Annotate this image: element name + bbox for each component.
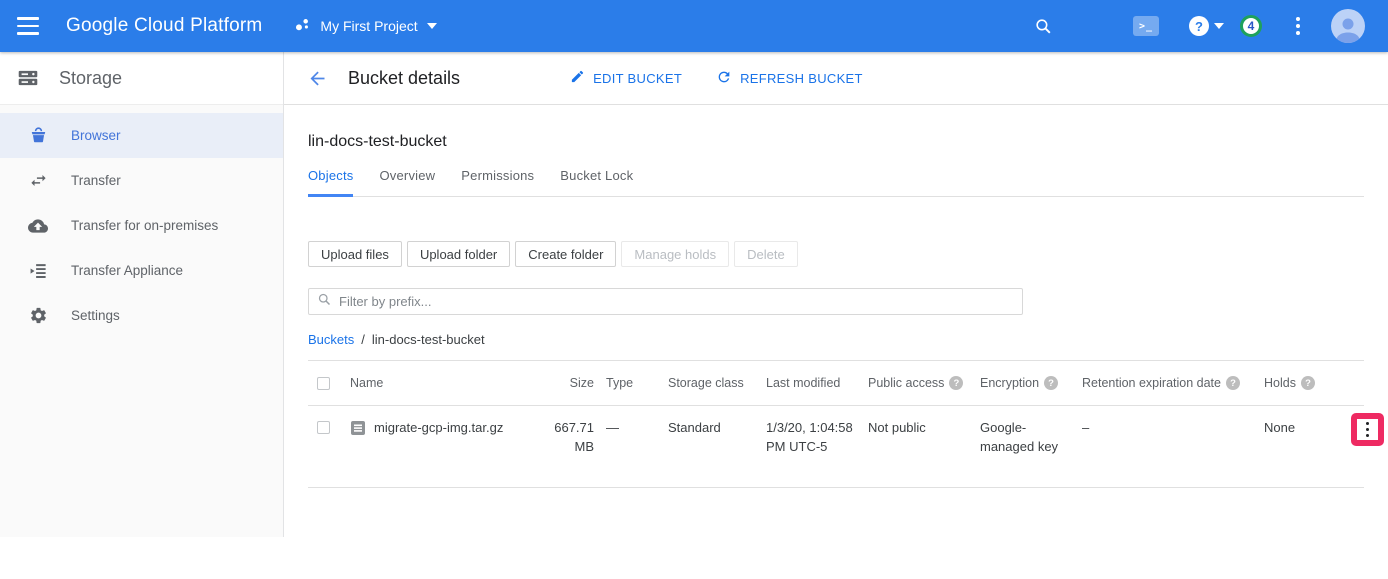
bucket-icon [28, 126, 48, 145]
refresh-icon [716, 69, 732, 88]
bucket-name-heading: lin-docs-test-bucket [308, 133, 1364, 151]
delete-button: Delete [734, 241, 798, 267]
object-encryption-cell: Google-managed key [980, 419, 1070, 457]
object-toolbar: Upload files Upload folder Create folder… [308, 241, 1364, 267]
row-overflow-menu-icon[interactable] [1363, 419, 1373, 441]
search-icon[interactable] [1034, 17, 1053, 36]
main-panel: Bucket details EDIT BUCKET REFRESH BUCKE… [284, 52, 1388, 537]
refresh-bucket-button[interactable]: REFRESH BUCKET [716, 69, 863, 88]
swap-arrows-icon [28, 171, 48, 190]
object-type-cell: — [606, 419, 656, 438]
cloud-upload-icon [28, 216, 48, 236]
top-app-bar: Google Cloud Platform My First Project >… [0, 0, 1388, 52]
page-header: Bucket details EDIT BUCKET REFRESH BUCKE… [284, 52, 1388, 105]
table-header-row: Name Size Type Storage class Last modifi… [308, 360, 1364, 406]
gear-icon [28, 306, 48, 325]
project-name: My First Project [320, 18, 417, 34]
menu-icon[interactable] [0, 17, 56, 35]
tab-bucket-lock[interactable]: Bucket Lock [560, 168, 633, 197]
create-folder-button[interactable]: Create folder [515, 241, 616, 267]
cloud-shell-icon[interactable]: >_ [1133, 16, 1159, 36]
column-header-name: Name [350, 376, 526, 390]
object-size-cell: 667.71 MB [538, 419, 594, 457]
avatar[interactable] [1331, 9, 1365, 43]
sidebar-item-transfer-on-premises[interactable]: Transfer for on-premises [0, 203, 283, 248]
project-icon [294, 16, 311, 36]
object-retention-cell: – [1082, 419, 1252, 438]
column-header-retention-expiration-date: Retention expiration date ? [1082, 376, 1252, 390]
table-row: migrate-gcp-img.tar.gz 667.71 MB — Stand… [308, 406, 1364, 488]
sidebar-item-browser[interactable]: Browser [0, 113, 283, 158]
object-last-modified-cell: 1/3/20, 1:04:58 PM UTC-5 [766, 419, 856, 457]
help-icon[interactable]: ? [1226, 376, 1240, 390]
sidebar-item-label: Transfer for on-premises [71, 218, 218, 233]
filter-by-prefix-field[interactable] [308, 288, 1023, 315]
object-storage-class-cell: Standard [668, 419, 754, 438]
column-header-type: Type [606, 376, 656, 390]
sidebar-item-label: Settings [71, 308, 120, 323]
sidebar-title: Storage [59, 68, 122, 89]
pencil-icon [570, 69, 585, 87]
sidebar-item-label: Browser [71, 128, 121, 143]
sidebar-item-label: Transfer [71, 173, 121, 188]
object-name-link[interactable]: migrate-gcp-img.tar.gz [374, 419, 503, 438]
breadcrumb-separator: / [361, 332, 365, 347]
row-menu-cell [1324, 419, 1364, 457]
help-icon[interactable]: ? [1189, 16, 1224, 36]
edit-bucket-button[interactable]: EDIT BUCKET [570, 69, 682, 87]
select-all-checkbox[interactable] [317, 377, 330, 390]
storage-product-icon [18, 66, 38, 90]
breadcrumb: Buckets / lin-docs-test-bucket [308, 332, 1364, 347]
sidebar-item-settings[interactable]: Settings [0, 293, 283, 338]
column-header-last-modified: Last modified [766, 376, 856, 390]
manage-holds-button: Manage holds [621, 241, 729, 267]
app-frame: Storage Browser Transfer Transfer for on… [0, 52, 1388, 537]
breadcrumb-current: lin-docs-test-bucket [372, 332, 485, 347]
help-icon[interactable]: ? [949, 376, 963, 390]
column-header-public-access: Public access ? [868, 376, 968, 390]
product-logo[interactable]: Google Cloud Platform [66, 15, 262, 37]
row-checkbox[interactable] [317, 421, 330, 434]
page-title: Bucket details [348, 68, 460, 89]
sidebar-item-label: Transfer Appliance [71, 263, 183, 278]
annotation-highlight-box [1351, 413, 1384, 446]
search-icon [317, 292, 332, 312]
object-holds-cell: None [1264, 419, 1312, 438]
notifications-badge[interactable]: 4 [1240, 15, 1262, 37]
edit-bucket-label: EDIT BUCKET [593, 71, 682, 86]
upload-folder-button[interactable]: Upload folder [407, 241, 510, 267]
sidebar: Storage Browser Transfer Transfer for on… [0, 52, 284, 537]
column-header-size: Size [538, 376, 594, 390]
object-name-cell: migrate-gcp-img.tar.gz [350, 419, 526, 442]
column-header-encryption: Encryption ? [980, 376, 1070, 390]
sidebar-item-transfer[interactable]: Transfer [0, 158, 283, 203]
help-icon[interactable]: ? [1301, 376, 1315, 390]
tab-objects[interactable]: Objects [308, 168, 353, 197]
column-header-holds: Holds ? [1264, 376, 1312, 390]
filter-input[interactable] [339, 294, 1014, 309]
project-selector[interactable]: My First Project [294, 16, 436, 36]
objects-table: Name Size Type Storage class Last modifi… [308, 360, 1364, 488]
refresh-bucket-label: REFRESH BUCKET [740, 71, 863, 86]
tab-bar: Objects Overview Permissions Bucket Lock [308, 168, 1364, 197]
overflow-menu-icon[interactable] [1292, 13, 1304, 39]
chevron-down-icon [427, 23, 437, 29]
upload-files-button[interactable]: Upload files [308, 241, 402, 267]
sidebar-nav: Browser Transfer Transfer for on-premise… [0, 105, 283, 338]
tab-overview[interactable]: Overview [379, 168, 435, 197]
bucket-details-content: lin-docs-test-bucket Objects Overview Pe… [284, 105, 1388, 488]
tab-permissions[interactable]: Permissions [461, 168, 534, 197]
chevron-down-icon [1214, 23, 1224, 29]
file-icon [350, 420, 366, 442]
column-header-storage-class: Storage class [668, 376, 754, 390]
sidebar-item-transfer-appliance[interactable]: Transfer Appliance [0, 248, 283, 293]
object-public-access-cell: Not public [868, 419, 968, 438]
help-icon[interactable]: ? [1044, 376, 1058, 390]
appliance-list-icon [28, 261, 48, 280]
breadcrumb-buckets-link[interactable]: Buckets [308, 332, 354, 347]
sidebar-header: Storage [0, 52, 283, 105]
back-arrow-icon[interactable] [307, 68, 328, 89]
